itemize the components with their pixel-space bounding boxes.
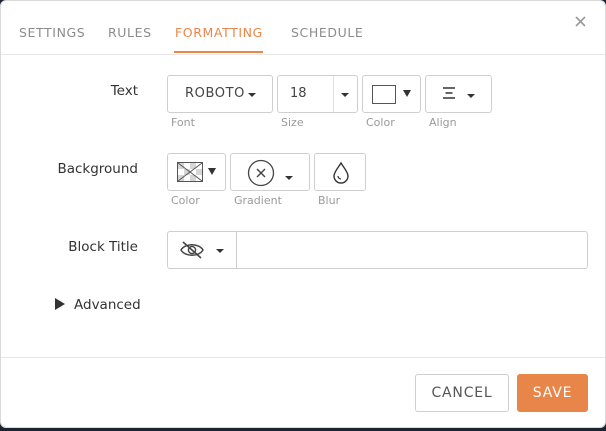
font-select[interactable]: ROBOTO bbox=[167, 75, 273, 113]
gradient-select[interactable] bbox=[230, 153, 310, 191]
save-button[interactable]: SAVE bbox=[517, 374, 588, 412]
size-caption: Size bbox=[281, 116, 304, 129]
gradient-caption: Gradient bbox=[234, 194, 282, 207]
chevron-down-icon bbox=[341, 93, 349, 97]
eye-slash-icon bbox=[179, 240, 205, 264]
active-tab-indicator bbox=[174, 51, 263, 53]
font-value: ROBOTO bbox=[185, 86, 245, 101]
formatting-dialog: SETTINGS RULES FORMATTING SCHEDULE Text … bbox=[0, 0, 606, 428]
size-value: 18 bbox=[290, 86, 307, 101]
tab-rules[interactable]: RULES bbox=[108, 25, 152, 40]
background-color-caption: Color bbox=[171, 194, 200, 207]
font-caption: Font bbox=[171, 116, 195, 129]
tab-schedule[interactable]: SCHEDULE bbox=[291, 25, 363, 40]
align-center-icon bbox=[440, 85, 460, 107]
align-select[interactable] bbox=[425, 75, 492, 113]
align-caption: Align bbox=[429, 116, 457, 129]
chevron-down-icon bbox=[403, 90, 411, 97]
tab-formatting[interactable]: FORMATTING bbox=[175, 25, 263, 40]
color-swatch bbox=[372, 85, 396, 104]
advanced-label: Advanced bbox=[74, 297, 141, 313]
no-gradient-icon bbox=[247, 159, 275, 191]
block-title-visibility-select[interactable] bbox=[167, 231, 237, 269]
tab-settings[interactable]: SETTINGS bbox=[19, 25, 85, 40]
chevron-down-icon bbox=[208, 168, 216, 175]
background-row-label: Background bbox=[57, 161, 138, 177]
chevron-down-icon bbox=[248, 93, 256, 97]
chevron-down-icon bbox=[285, 176, 293, 180]
block-title-row-label: Block Title bbox=[68, 239, 138, 255]
cancel-button[interactable]: CANCEL bbox=[415, 374, 509, 412]
chevron-down-icon bbox=[467, 94, 475, 98]
size-divider bbox=[333, 76, 334, 112]
caret-right-icon bbox=[55, 298, 65, 310]
text-color-caption: Color bbox=[366, 116, 395, 129]
text-row-label: Text bbox=[110, 83, 138, 99]
blur-caption: Blur bbox=[318, 194, 341, 207]
background-color-picker[interactable] bbox=[167, 153, 226, 191]
footer-divider bbox=[1, 357, 605, 358]
close-icon[interactable] bbox=[573, 14, 589, 30]
tab-bar: SETTINGS RULES FORMATTING SCHEDULE bbox=[1, 1, 605, 55]
transparent-swatch-icon bbox=[177, 162, 203, 186]
text-color-picker[interactable] bbox=[362, 75, 421, 113]
block-title-input[interactable] bbox=[236, 231, 588, 269]
blur-button[interactable] bbox=[314, 153, 366, 191]
size-select[interactable]: 18 bbox=[277, 75, 358, 113]
chevron-down-icon bbox=[216, 249, 224, 253]
droplet-icon bbox=[331, 161, 351, 189]
